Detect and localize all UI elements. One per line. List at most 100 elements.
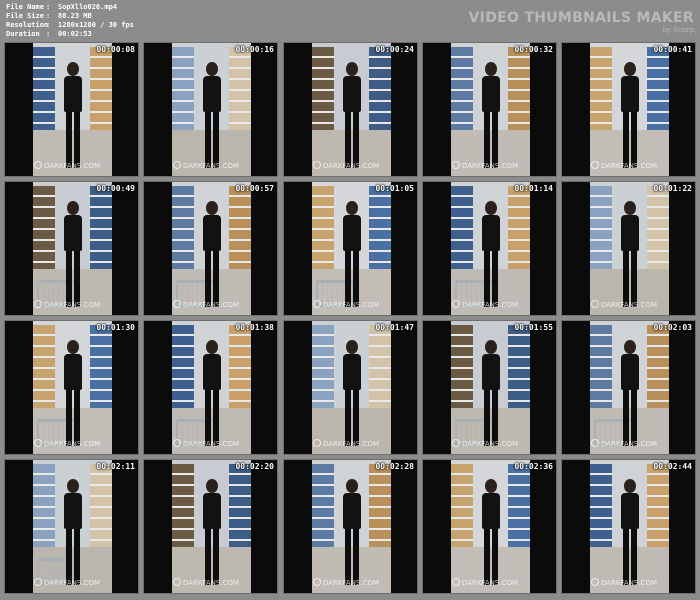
figure-body [63,493,82,529]
video-thumbnail[interactable]: 00:00:24 DARKFANS.COM [283,42,418,177]
watermark-logo-icon [34,578,42,586]
shelf-left [590,186,612,271]
figure-legs [204,112,219,168]
shelf-left [33,47,55,132]
video-thumbnail[interactable]: 00:02:36 DARKFANS.COM [422,459,557,594]
person-figure [335,479,369,585]
video-thumbnail[interactable]: 00:00:08 DARKFANS.COM [4,42,139,177]
figure-legs [204,251,219,307]
separator: : [46,30,51,38]
person-figure [56,340,90,446]
watermark: DARKFANS.COM [173,161,239,170]
video-thumbnail[interactable]: 00:00:32 DARKFANS.COM [422,42,557,177]
figure-head [484,201,497,215]
person-figure [335,201,369,307]
figure-head [345,340,358,354]
shelf-left [590,47,612,132]
store-scene [451,460,530,593]
shelf-right [508,186,530,271]
watermark-logo-icon [452,300,460,308]
store-scene [33,321,112,454]
video-thumbnail[interactable]: 00:01:30 DARKFANS.COM [4,320,139,455]
video-thumbnail[interactable]: 00:00:57 DARKFANS.COM [143,181,278,316]
video-thumbnail[interactable]: 00:01:22 DARKFANS.COM [561,181,696,316]
figure-legs [204,529,219,585]
watermark: DARKFANS.COM [173,300,239,309]
video-thumbnail[interactable]: 00:00:49 DARKFANS.COM [4,181,139,316]
person-figure [335,62,369,168]
watermark-logo-icon [313,161,321,169]
person-figure [613,479,647,585]
shelf-right [90,464,112,549]
video-thumbnail[interactable]: 00:02:11 DARKFANS.COM [4,459,139,594]
frame-image [33,460,112,593]
file-size-row: File Size : 88.23 MB [6,12,134,21]
timestamp: 00:02:28 [375,462,414,471]
figure-legs [483,529,498,585]
timestamp: 00:02:20 [235,462,274,471]
watermark-text: DARKFANS.COM [462,301,519,309]
person-figure [195,201,229,307]
store-scene [172,182,251,315]
watermark-text: DARKFANS.COM [323,579,380,587]
video-thumbnail[interactable]: 00:01:38 DARKFANS.COM [143,320,278,455]
figure-body [620,493,639,529]
video-thumbnail[interactable]: 00:01:55 DARKFANS.COM [422,320,557,455]
figure-body [342,354,361,390]
resolution-label: Resolution [6,21,49,29]
person-figure [613,340,647,446]
figure-body [620,354,639,390]
timestamp: 00:02:44 [653,462,692,471]
figure-legs [344,390,359,446]
watermark-text: DARKFANS.COM [462,579,519,587]
video-thumbnail[interactable]: 00:01:47 DARKFANS.COM [283,320,418,455]
watermark-logo-icon [591,578,599,586]
watermark: DARKFANS.COM [452,300,518,309]
shelf-right [647,47,669,132]
figure-body [481,354,500,390]
watermark-logo-icon [591,161,599,169]
shelf-right [647,325,669,410]
watermark: DARKFANS.COM [591,578,657,587]
figure-legs [622,390,637,446]
video-thumbnail[interactable]: 00:02:03 DARKFANS.COM [561,320,696,455]
frame-image [312,43,391,176]
shelf-right [508,464,530,549]
separator: : [46,12,51,20]
watermark-text: DARKFANS.COM [183,579,240,587]
video-thumbnail[interactable]: 00:00:16 DARKFANS.COM [143,42,278,177]
video-thumbnail[interactable]: 00:01:05 DARKFANS.COM [283,181,418,316]
person-figure [613,201,647,307]
frame-image [312,460,391,593]
timestamp: 00:02:03 [653,323,692,332]
frame-image [451,460,530,593]
frame-image [590,43,669,176]
watermark-logo-icon [173,300,181,308]
watermark-text: DARKFANS.COM [601,440,658,448]
figure-head [484,62,497,76]
watermark-logo-icon [452,578,460,586]
shelf-right [229,47,251,132]
shelf-left [172,186,194,271]
video-thumbnail[interactable]: 00:01:14 DARKFANS.COM [422,181,557,316]
watermark: DARKFANS.COM [313,161,379,170]
figure-body [202,354,221,390]
video-thumbnail[interactable]: 00:02:28 DARKFANS.COM [283,459,418,594]
figure-legs [483,112,498,168]
person-figure [474,62,508,168]
frame-image [33,182,112,315]
timestamp: 00:02:11 [96,462,135,471]
figure-body [202,215,221,251]
video-thumbnail[interactable]: 00:02:44 DARKFANS.COM [561,459,696,594]
watermark-logo-icon [34,161,42,169]
thumbnail-grid: 00:00:08 DARKFANS.COM 00:00:16 DARKFANS.COM… [0,42,700,600]
figure-head [623,340,636,354]
separator: : [46,3,51,11]
watermark-logo-icon [313,439,321,447]
file-name-row: File Name : SopXllo026.mp4 [6,3,134,12]
watermark-text: DARKFANS.COM [323,301,380,309]
timestamp: 00:00:24 [375,45,414,54]
video-thumbnail[interactable]: 00:02:20 DARKFANS.COM [143,459,278,594]
video-thumbnail[interactable]: 00:00:41 DARKFANS.COM [561,42,696,177]
store-scene [172,43,251,176]
